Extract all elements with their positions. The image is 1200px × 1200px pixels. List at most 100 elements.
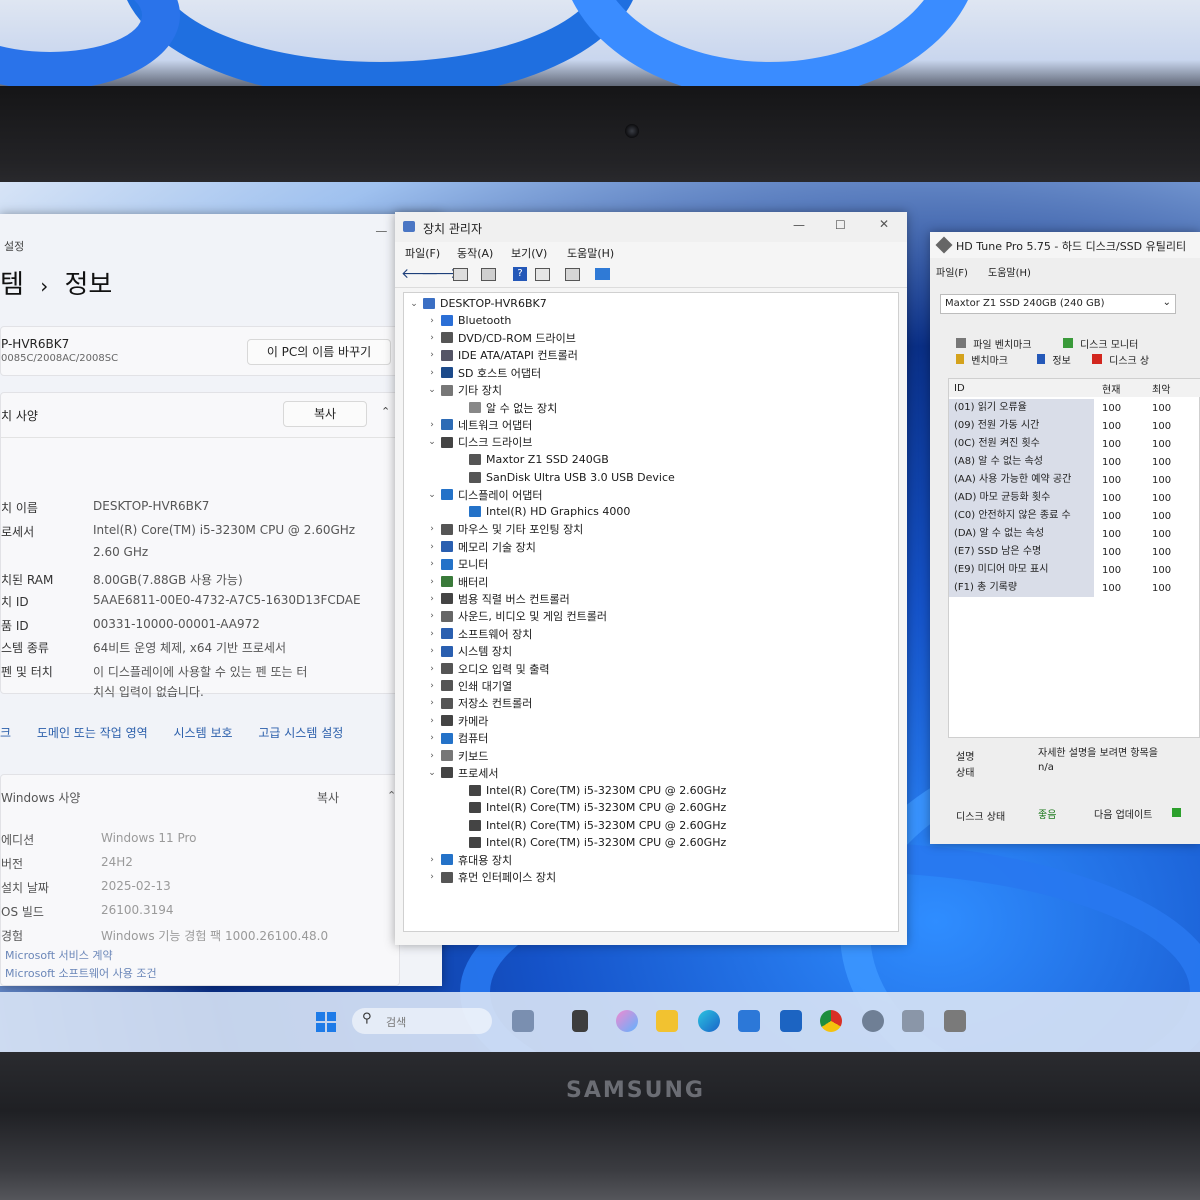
smart-row[interactable]: (09) 전원 가동 시간 100 100 xyxy=(949,417,1200,435)
smart-row[interactable]: (A8) 알 수 없는 속성 100 100 xyxy=(949,453,1200,471)
help-icon[interactable]: ? xyxy=(513,267,527,281)
tab-health[interactable]: 디스크 상 xyxy=(1109,356,1149,367)
tree-item[interactable]: SanDisk Ultra USB 3.0 USB Device xyxy=(454,469,675,486)
chevron-down-icon[interactable]: ⌄ xyxy=(426,437,438,447)
tree-item[interactable]: › 범용 직렬 버스 컨트롤러 xyxy=(426,590,570,607)
tree-item[interactable]: › 배터리 xyxy=(426,573,488,590)
chevron-right-icon[interactable]: › xyxy=(426,368,438,378)
chevron-right-icon[interactable]: › xyxy=(426,646,438,656)
menu-help[interactable]: 도움말(H) xyxy=(988,264,1031,279)
chevron-right-icon[interactable]: › xyxy=(426,733,438,743)
hdtune-taskbar-icon[interactable] xyxy=(944,1010,966,1032)
tree-item[interactable]: › 휴대용 장치 xyxy=(426,851,512,868)
tree-item[interactable]: Intel(R) HD Graphics 4000 xyxy=(454,503,630,520)
menu-view[interactable]: 보기(V) xyxy=(511,245,547,261)
store-icon[interactable] xyxy=(738,1010,760,1032)
properties-icon[interactable] xyxy=(481,268,496,281)
chevron-right-icon[interactable]: › xyxy=(426,594,438,604)
tree-item[interactable]: › 시스템 장치 xyxy=(426,643,512,660)
chevron-right-icon[interactable]: › xyxy=(426,698,438,708)
tree-item[interactable]: › 키보드 xyxy=(426,747,488,764)
outlook-icon[interactable] xyxy=(780,1010,802,1032)
smart-row[interactable]: (F1) 총 기록량 100 100 xyxy=(949,579,1200,597)
chevron-down-icon[interactable]: ⌄ xyxy=(426,385,438,395)
search-box[interactable]: ⚲ 검색 xyxy=(352,1008,492,1034)
device-manager-taskbar-icon[interactable] xyxy=(902,1010,924,1032)
tree-item[interactable]: › 네트워크 어댑터 xyxy=(426,416,532,433)
chevron-right-icon[interactable]: › xyxy=(426,542,438,552)
related-link-system-protection[interactable]: 시스템 보호 xyxy=(174,726,233,740)
chevron-down-icon[interactable]: ⌄ xyxy=(408,299,420,309)
menu-file[interactable]: 파일(F) xyxy=(936,264,968,279)
settings-gear-icon[interactable] xyxy=(862,1010,884,1032)
edge-icon[interactable] xyxy=(698,1010,720,1032)
tree-item[interactable]: 알 수 없는 장치 xyxy=(454,399,557,416)
chrome-icon[interactable] xyxy=(820,1010,842,1032)
minimize-icon[interactable]: — xyxy=(375,224,387,238)
ms-license-link[interactable]: Microsoft 소프트웨어 사용 조건 xyxy=(5,965,157,981)
chevron-right-icon[interactable]: › xyxy=(426,751,438,761)
smart-row[interactable]: (C0) 안전하지 않은 종료 수 100 100 xyxy=(949,507,1200,525)
tree-item[interactable]: › 인쇄 대기열 xyxy=(426,677,512,694)
tree-item[interactable]: › 마우스 및 기타 포인팅 장치 xyxy=(426,521,583,538)
menu-file[interactable]: 파일(F) xyxy=(405,245,440,261)
chevron-right-icon[interactable]: › xyxy=(426,664,438,674)
tree-item[interactable]: › 소프트웨어 장치 xyxy=(426,625,532,642)
chevron-right-icon[interactable]: › xyxy=(426,611,438,621)
smart-row[interactable]: (AA) 사용 가능한 예약 공간 100 100 xyxy=(949,471,1200,489)
smart-row[interactable]: (0C) 전원 켜진 횟수 100 100 xyxy=(949,435,1200,453)
chevron-right-icon[interactable]: › xyxy=(426,316,438,326)
tree-item[interactable]: › SD 호스트 어댑터 xyxy=(426,364,541,381)
details-icon[interactable] xyxy=(535,268,550,281)
chevron-right-icon[interactable]: › xyxy=(426,333,438,343)
widgets-icon[interactable] xyxy=(512,1010,534,1032)
smart-row[interactable]: (01) 읽기 오류율 100 100 xyxy=(949,399,1200,417)
chevron-down-icon[interactable]: ⌄ xyxy=(426,490,438,500)
tab-benchmark[interactable]: 벤치마크 xyxy=(971,356,1008,367)
chevron-right-icon[interactable]: › xyxy=(426,420,438,430)
tree-item[interactable]: ⌄ 디스크 드라이브 xyxy=(426,434,532,451)
breadcrumb-parent[interactable]: 템 xyxy=(0,270,24,300)
tab-info[interactable]: 정보 xyxy=(1052,356,1070,367)
tree-item[interactable]: Maxtor Z1 SSD 240GB xyxy=(454,451,609,468)
tree-item[interactable]: › 오디오 입력 및 출력 xyxy=(426,660,549,677)
tree-item[interactable]: › 카메라 xyxy=(426,712,488,729)
tree-item[interactable]: › 모니터 xyxy=(426,556,488,573)
smart-row[interactable]: (E9) 미디어 마모 표시 100 100 xyxy=(949,561,1200,579)
related-link[interactable]: 크 xyxy=(0,726,11,740)
tree-item[interactable]: › 휴먼 인터페이스 장치 xyxy=(426,869,556,886)
ms-service-agreement-link[interactable]: Microsoft 서비스 계약 xyxy=(5,947,113,963)
drive-select[interactable]: Maxtor Z1 SSD 240GB (240 GB) ⌄ xyxy=(940,294,1176,314)
chevron-right-icon[interactable]: › xyxy=(426,855,438,865)
tree-item[interactable]: › 메모리 기술 장치 xyxy=(426,538,536,555)
collapse-chevron-icon[interactable]: ⌃ xyxy=(381,405,390,418)
minimize-icon[interactable]: — xyxy=(793,218,805,232)
tree-item[interactable]: Intel(R) Core(TM) i5-3230M CPU @ 2.60GHz xyxy=(454,782,726,799)
chevron-right-icon[interactable]: › xyxy=(426,350,438,360)
chevron-right-icon[interactable]: › xyxy=(426,577,438,587)
tree-item[interactable]: Intel(R) Core(TM) i5-3230M CPU @ 2.60GHz xyxy=(454,834,726,851)
tree-item[interactable]: Intel(R) Core(TM) i5-3230M CPU @ 2.60GHz xyxy=(454,817,726,834)
copy-windows-spec-button[interactable]: 복사 xyxy=(317,789,339,806)
file-explorer-icon[interactable] xyxy=(656,1010,678,1032)
start-button[interactable] xyxy=(316,1012,336,1032)
chevron-right-icon[interactable]: › xyxy=(426,524,438,534)
related-link-domain[interactable]: 도메인 또는 작업 영역 xyxy=(37,726,148,740)
tab-file-benchmark[interactable]: 파일 벤치마크 xyxy=(973,340,1031,351)
copilot-icon[interactable] xyxy=(616,1010,638,1032)
task-view-icon[interactable] xyxy=(572,1010,588,1032)
chevron-right-icon[interactable]: › xyxy=(426,872,438,882)
tree-root[interactable]: ⌄ DESKTOP-HVR6BK7 xyxy=(408,295,546,312)
tree-item[interactable]: › 저장소 컨트롤러 xyxy=(426,695,532,712)
tree-item[interactable]: ⌄ 기타 장치 xyxy=(426,382,502,399)
tree-item[interactable]: › 컴퓨터 xyxy=(426,730,488,747)
smart-row[interactable]: (AD) 마모 균등화 횟수 100 100 xyxy=(949,489,1200,507)
tree-item[interactable]: Intel(R) Core(TM) i5-3230M CPU @ 2.60GHz xyxy=(454,799,726,816)
chevron-right-icon[interactable]: › xyxy=(426,559,438,569)
chevron-right-icon[interactable]: › xyxy=(426,681,438,691)
smart-row[interactable]: (DA) 알 수 없는 속성 100 100 xyxy=(949,525,1200,543)
maximize-icon[interactable]: ☐ xyxy=(835,218,846,232)
menu-action[interactable]: 동작(A) xyxy=(457,245,493,261)
smart-row[interactable]: (E7) SSD 남은 수명 100 100 xyxy=(949,543,1200,561)
tree-item[interactable]: › IDE ATA/ATAPI 컨트롤러 xyxy=(426,347,578,364)
